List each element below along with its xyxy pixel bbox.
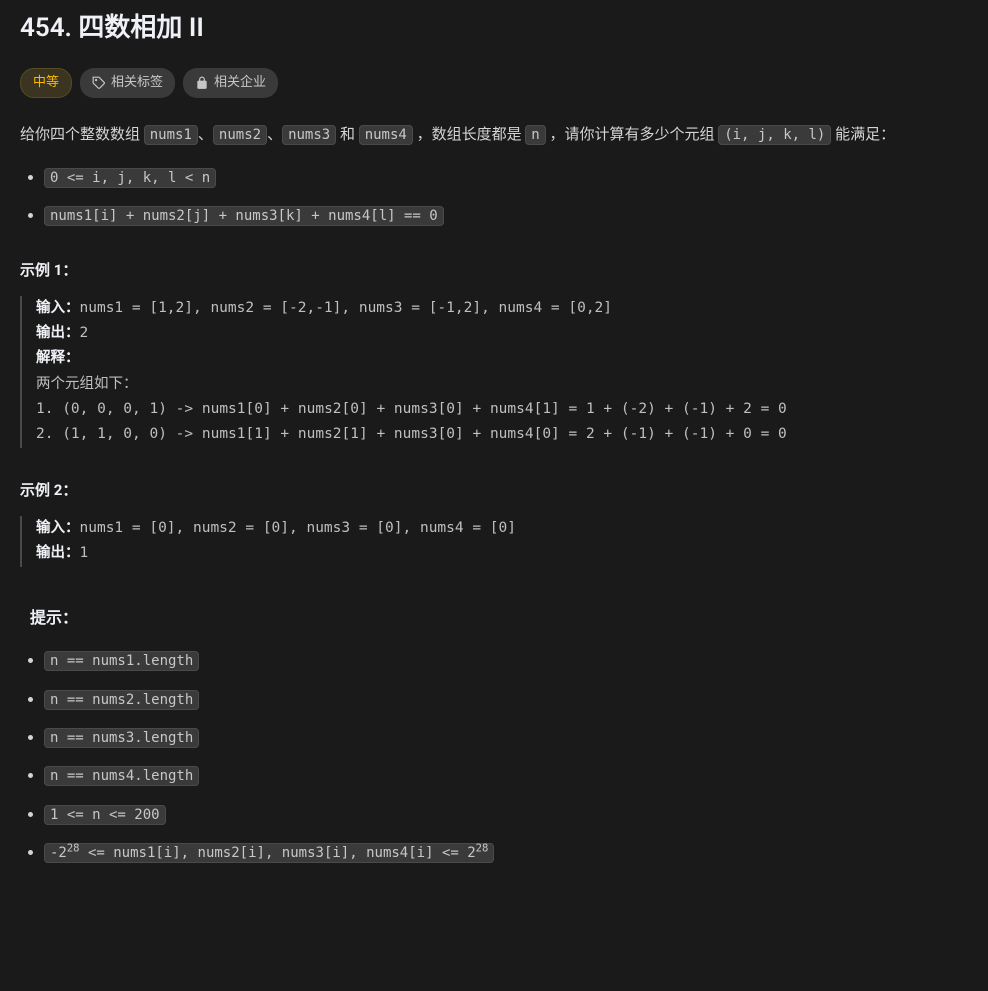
tag-icon xyxy=(92,76,106,90)
list-item: n == nums1.length xyxy=(44,648,968,672)
conditions-list: 0 <= i, j, k, l < n nums1[i] + nums2[j] … xyxy=(20,165,968,228)
list-item: -228 <= nums1[i], nums2[i], nums3[i], nu… xyxy=(44,840,968,864)
list-item: 0 <= i, j, k, l < n xyxy=(44,165,968,189)
example-1-title: 示例 1： xyxy=(20,258,968,282)
tag-row: 中等 相关标签 相关企业 xyxy=(20,68,968,99)
code-n: n xyxy=(525,125,545,145)
list-item: n == nums3.length xyxy=(44,725,968,749)
constraint-6: -228 <= nums1[i], nums2[i], nums3[i], nu… xyxy=(44,843,494,863)
code-nums4: nums4 xyxy=(359,125,413,145)
example-1-block: 输入：nums1 = [1,2], nums2 = [-2,-1], nums3… xyxy=(20,296,968,448)
code-tuple: (i, j, k, l) xyxy=(718,125,831,145)
constraints-list: n == nums1.length n == nums2.length n ==… xyxy=(20,648,968,864)
topics-label: 相关标签 xyxy=(111,73,163,94)
constraint-2: n == nums2.length xyxy=(44,690,199,710)
problem-description: 给你四个整数数组 nums1、nums2、nums3 和 nums4 ，数组长度… xyxy=(20,122,968,146)
example-2-block: 输入：nums1 = [0], nums2 = [0], nums3 = [0]… xyxy=(20,516,968,567)
list-item: n == nums4.length xyxy=(44,763,968,787)
problem-title: 454. 四数相加 II xyxy=(20,8,968,50)
companies-label: 相关企业 xyxy=(214,73,266,94)
code-nums3: nums3 xyxy=(282,125,336,145)
topics-tag[interactable]: 相关标签 xyxy=(80,68,175,99)
constraint-3: n == nums3.length xyxy=(44,728,199,748)
constraint-4: n == nums4.length xyxy=(44,766,199,786)
code-nums1: nums1 xyxy=(144,125,198,145)
constraint-5: 1 <= n <= 200 xyxy=(44,805,166,825)
list-item: 1 <= n <= 200 xyxy=(44,802,968,826)
difficulty-badge[interactable]: 中等 xyxy=(20,68,72,99)
list-item: nums1[i] + nums2[j] + nums3[k] + nums4[l… xyxy=(44,203,968,227)
lock-icon xyxy=(195,76,209,90)
condition-1: 0 <= i, j, k, l < n xyxy=(44,168,216,188)
example-2-title: 示例 2： xyxy=(20,478,968,502)
constraint-1: n == nums1.length xyxy=(44,651,199,671)
condition-2: nums1[i] + nums2[j] + nums3[k] + nums4[l… xyxy=(44,206,444,226)
constraints-title: 提示： xyxy=(20,605,968,631)
code-nums2: nums2 xyxy=(213,125,267,145)
companies-tag[interactable]: 相关企业 xyxy=(183,68,278,99)
problem-content[interactable]: 454. 四数相加 II 中等 相关标签 相关企业 给你四个整数数组 nums1… xyxy=(0,0,988,991)
list-item: n == nums2.length xyxy=(44,687,968,711)
